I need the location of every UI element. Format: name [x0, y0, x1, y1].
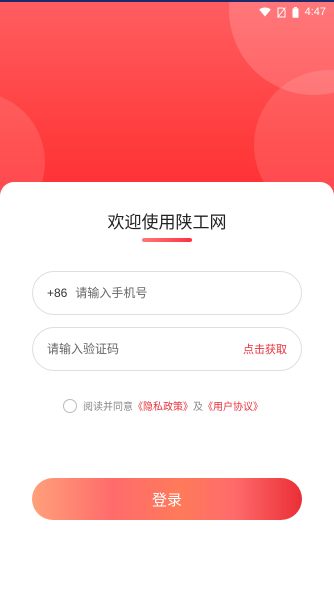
- verification-code-field[interactable]: 点击获取: [32, 327, 302, 371]
- privacy-policy-link[interactable]: 《隐私政策》: [133, 398, 193, 413]
- agreement-row: 阅读并同意 《隐私政策》 及 《用户协议》: [63, 398, 263, 413]
- phone-field[interactable]: +86: [32, 271, 302, 315]
- title-underline: [142, 238, 192, 242]
- verification-code-input[interactable]: [47, 342, 243, 356]
- status-time: 4:47: [304, 6, 326, 18]
- no-sim-icon: [276, 6, 286, 18]
- login-card: 欢迎使用陕工网 +86 点击获取 阅读并同意 《隐私政策》 及 《用户协议》 登…: [0, 182, 334, 600]
- agreement-text: 阅读并同意: [83, 402, 133, 413]
- wifi-icon: [258, 7, 271, 17]
- country-code: +86: [47, 286, 68, 300]
- battery-icon: [292, 6, 299, 18]
- user-agreement-link[interactable]: 《用户协议》: [203, 398, 263, 413]
- agreement-and-text: 及: [193, 402, 203, 413]
- phone-input[interactable]: [75, 286, 287, 300]
- page-title: 欢迎使用陕工网: [107, 213, 227, 233]
- status-bar: 4:47: [0, 0, 334, 22]
- login-button[interactable]: 登录: [32, 478, 302, 520]
- agreement-checkbox[interactable]: [63, 398, 77, 413]
- header-background: [0, 0, 334, 205]
- get-code-button[interactable]: 点击获取: [243, 341, 287, 357]
